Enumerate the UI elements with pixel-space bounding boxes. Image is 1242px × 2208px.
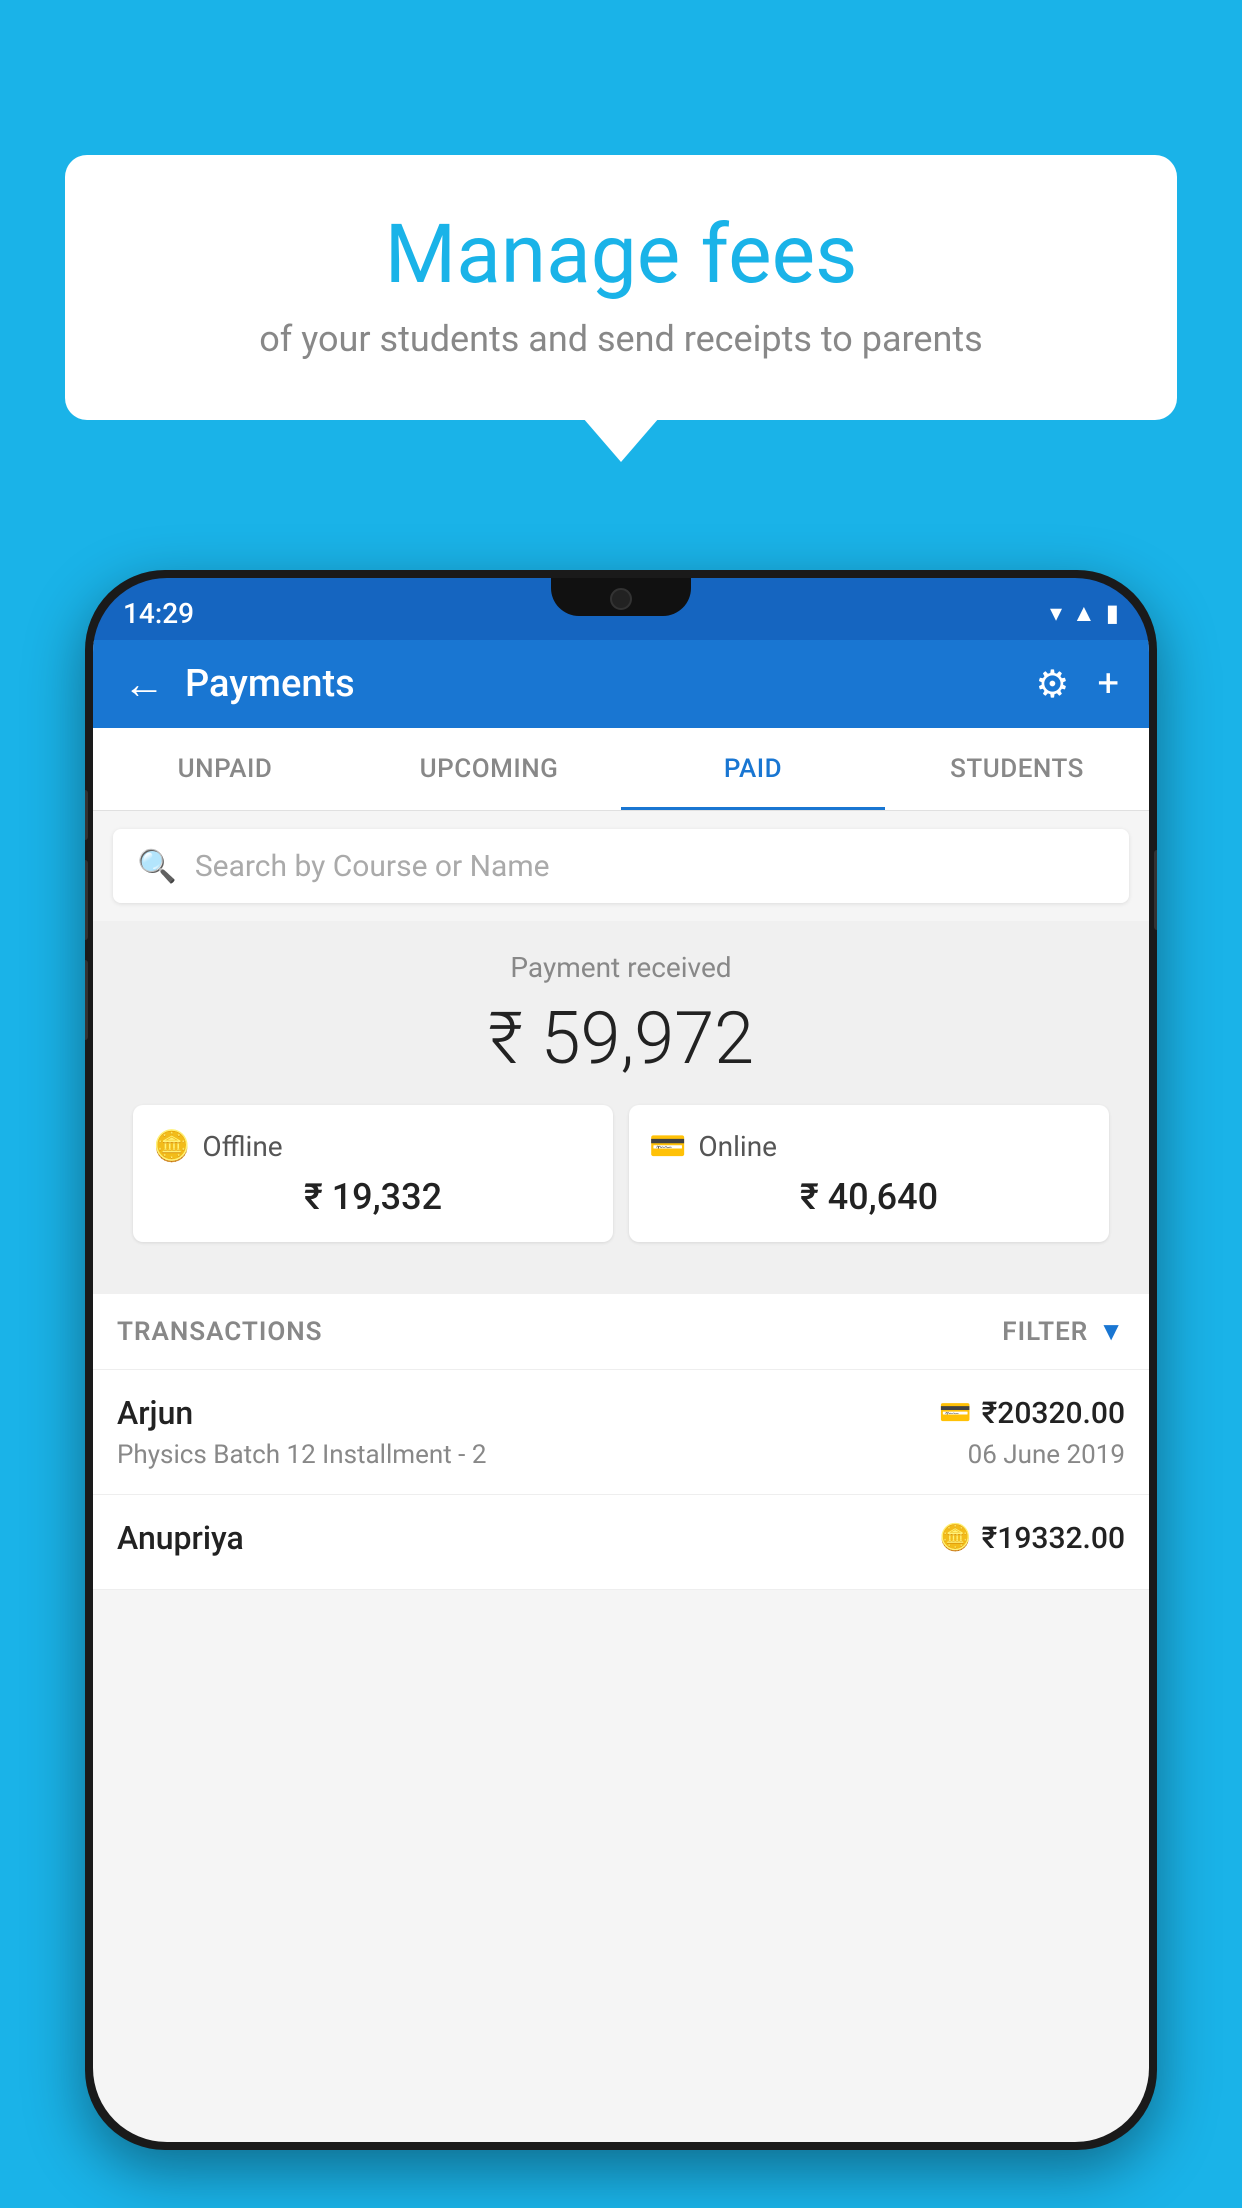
payment-cards: 🪙 Offline ₹ 19,332 💳 Online ₹ 40,640 [113, 1105, 1129, 1266]
search-placeholder: Search by Course or Name [195, 849, 550, 884]
volume-up-button [85, 860, 88, 940]
battery-icon: ▮ [1106, 599, 1119, 627]
phone-frame: 14:29 ▾ ▲ ▮ ← Payments ⚙ + UNPAID [85, 570, 1157, 2150]
offline-icon: 🪙 [153, 1129, 190, 1164]
back-button[interactable]: ← [123, 660, 165, 709]
offline-card-header: 🪙 Offline [153, 1129, 593, 1164]
transaction-bottom-row: Physics Batch 12 Installment - 2 06 June… [117, 1440, 1125, 1470]
transactions-label: TRANSACTIONS [117, 1317, 323, 1347]
payment-received-label: Payment received [113, 951, 1129, 984]
camera [610, 588, 632, 610]
bubble-subtitle: of your students and send receipts to pa… [125, 318, 1117, 360]
online-label: Online [698, 1130, 777, 1163]
tabs: UNPAID UPCOMING PAID STUDENTS [93, 728, 1149, 811]
transactions-header: TRANSACTIONS FILTER ▼ [93, 1294, 1149, 1370]
wifi-icon: ▾ [1050, 599, 1062, 627]
online-card-header: 💳 Online [649, 1129, 1089, 1164]
filter-label: FILTER [1002, 1317, 1088, 1347]
status-time: 14:29 [123, 597, 194, 630]
power-button [1154, 850, 1157, 930]
tab-paid[interactable]: PAID [621, 728, 885, 810]
transaction-amount: 💳 ₹20320.00 [939, 1396, 1125, 1431]
app-screen: ← Payments ⚙ + UNPAID UPCOMING PAID [93, 640, 1149, 2142]
status-icons: ▾ ▲ ▮ [1050, 599, 1119, 628]
signal-icon: ▲ [1072, 599, 1096, 628]
cash-payment-icon: 🪙 [939, 1523, 971, 1553]
offline-payment-card: 🪙 Offline ₹ 19,332 [133, 1105, 613, 1242]
transaction-name: Arjun [117, 1394, 193, 1432]
payment-amount: ₹ 59,972 [113, 996, 1129, 1081]
tab-upcoming[interactable]: UPCOMING [357, 728, 621, 810]
page-title: Payments [185, 662, 1035, 706]
bubble-title: Manage fees [125, 210, 1117, 300]
notch [551, 578, 691, 616]
search-icon: 🔍 [137, 847, 177, 885]
search-bar[interactable]: 🔍 Search by Course or Name [113, 829, 1129, 903]
tab-unpaid[interactable]: UNPAID [93, 728, 357, 810]
phone-inner: 14:29 ▾ ▲ ▮ ← Payments ⚙ + UNPAID [93, 578, 1149, 2142]
add-icon[interactable]: + [1097, 662, 1119, 706]
transaction-amount-value: ₹19332.00 [982, 1521, 1125, 1556]
transaction-amount: 🪙 ₹19332.00 [939, 1521, 1125, 1556]
filter-button[interactable]: FILTER ▼ [1002, 1316, 1125, 1347]
filter-icon: ▼ [1098, 1316, 1125, 1347]
transaction-desc: Physics Batch 12 Installment - 2 [117, 1440, 486, 1470]
app-header: ← Payments ⚙ + [93, 640, 1149, 728]
transaction-top-row: Arjun 💳 ₹20320.00 [117, 1394, 1125, 1432]
online-icon: 💳 [649, 1129, 686, 1164]
table-row[interactable]: Arjun 💳 ₹20320.00 Physics Batch 12 Insta… [93, 1370, 1149, 1495]
speech-bubble: Manage fees of your students and send re… [65, 155, 1177, 420]
payment-received-section: Payment received ₹ 59,972 🪙 Offline ₹ 19… [93, 921, 1149, 1294]
volume-down-button [85, 960, 88, 1040]
speech-bubble-container: Manage fees of your students and send re… [65, 155, 1177, 420]
online-amount: ₹ 40,640 [649, 1176, 1089, 1218]
tab-students[interactable]: STUDENTS [885, 728, 1149, 810]
card-payment-icon: 💳 [939, 1398, 971, 1428]
settings-icon[interactable]: ⚙ [1035, 662, 1069, 707]
transaction-top-row: Anupriya 🪙 ₹19332.00 [117, 1519, 1125, 1557]
offline-amount: ₹ 19,332 [153, 1176, 593, 1218]
offline-label: Offline [202, 1130, 282, 1163]
online-payment-card: 💳 Online ₹ 40,640 [629, 1105, 1109, 1242]
table-row[interactable]: Anupriya 🪙 ₹19332.00 [93, 1495, 1149, 1590]
transaction-date: 06 June 2019 [968, 1440, 1125, 1470]
header-actions: ⚙ + [1035, 662, 1119, 707]
transaction-name: Anupriya [117, 1519, 244, 1557]
volume-silent-button [85, 790, 88, 840]
transaction-amount-value: ₹20320.00 [982, 1396, 1125, 1431]
